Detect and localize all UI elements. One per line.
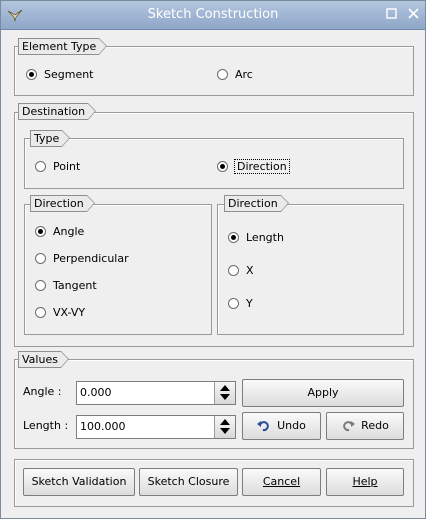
radio-label: Length xyxy=(246,231,284,244)
radio-indicator[interactable] xyxy=(35,280,46,291)
cancel-button[interactable]: Cancel xyxy=(242,468,321,496)
radio-indicator[interactable] xyxy=(35,161,46,172)
destination-legend: Destination xyxy=(18,103,97,120)
title-bar[interactable]: Sketch Construction xyxy=(1,1,425,30)
angle-input[interactable] xyxy=(80,386,210,399)
radio-label: Arc xyxy=(235,68,253,81)
redo-label: Redo xyxy=(361,419,389,432)
close-icon[interactable] xyxy=(407,8,419,20)
undo-button[interactable]: Undo xyxy=(242,412,321,440)
radio-indicator[interactable] xyxy=(217,161,228,172)
angle-spinbox[interactable] xyxy=(76,381,236,405)
radio-label: Point xyxy=(53,160,81,173)
type-group xyxy=(24,138,404,189)
radio-label: Y xyxy=(246,297,253,310)
radio-label: Perpendicular xyxy=(53,252,129,265)
radio-label: VX-VY xyxy=(53,306,86,319)
radio-point[interactable]: Point xyxy=(35,160,80,173)
redo-icon xyxy=(343,421,356,432)
window-title: Sketch Construction xyxy=(147,7,279,22)
direction-right-legend: Direction xyxy=(224,195,289,212)
apply-button[interactable]: Apply xyxy=(242,379,404,407)
radio-indicator[interactable] xyxy=(35,307,46,318)
radio-vx-vy[interactable]: VX-VY xyxy=(35,306,85,319)
radio-indicator[interactable] xyxy=(228,298,239,309)
radio-angle[interactable]: Angle xyxy=(35,225,84,238)
undo-label: Undo xyxy=(277,419,306,432)
element-type-legend: Element Type xyxy=(18,38,108,55)
radio-indicator[interactable] xyxy=(217,69,228,80)
values-legend: Values xyxy=(18,351,69,368)
spin-up-icon[interactable] xyxy=(220,419,230,425)
radio-length[interactable]: Length xyxy=(228,231,284,244)
sketch-validation-button[interactable]: Sketch Validation xyxy=(23,468,135,496)
radio-label: Tangent xyxy=(53,279,97,292)
sketch-construction-window: Sketch Construction Element Type Segment… xyxy=(0,0,426,519)
spin-down-icon[interactable] xyxy=(220,394,230,400)
angle-spin-buttons[interactable] xyxy=(214,382,235,404)
angle-label: Angle : xyxy=(23,385,62,398)
maximize-icon[interactable] xyxy=(385,8,397,20)
length-label: Length : xyxy=(23,419,69,432)
radio-indicator[interactable] xyxy=(35,253,46,264)
radio-x[interactable]: X xyxy=(228,264,254,277)
spin-up-icon[interactable] xyxy=(220,385,230,391)
radio-tangent[interactable]: Tangent xyxy=(35,279,97,292)
radio-indicator[interactable] xyxy=(228,232,239,243)
radio-y[interactable]: Y xyxy=(228,297,253,310)
radio-indicator[interactable] xyxy=(35,226,46,237)
sketch-closure-button[interactable]: Sketch Closure xyxy=(139,468,238,496)
radio-indicator[interactable] xyxy=(26,69,37,80)
radio-segment[interactable]: Segment xyxy=(26,68,94,81)
radio-label: X xyxy=(246,264,254,277)
length-input[interactable] xyxy=(80,420,210,433)
radio-direction[interactable]: Direction xyxy=(217,159,290,174)
help-button[interactable]: Help xyxy=(326,468,404,496)
length-spin-buttons[interactable] xyxy=(214,416,235,438)
direction-left-legend: Direction xyxy=(30,195,95,212)
length-spinbox[interactable] xyxy=(76,415,236,439)
radio-label: Segment xyxy=(44,68,94,81)
undo-icon xyxy=(257,421,269,432)
radio-arc[interactable]: Arc xyxy=(217,68,253,81)
radio-label: Angle xyxy=(53,225,85,238)
radio-indicator[interactable] xyxy=(228,265,239,276)
radio-label: Direction xyxy=(234,159,290,174)
type-legend: Type xyxy=(30,130,71,147)
redo-button[interactable]: Redo xyxy=(326,412,404,440)
radio-perpendicular[interactable]: Perpendicular xyxy=(35,252,129,265)
spin-down-icon[interactable] xyxy=(220,428,230,434)
